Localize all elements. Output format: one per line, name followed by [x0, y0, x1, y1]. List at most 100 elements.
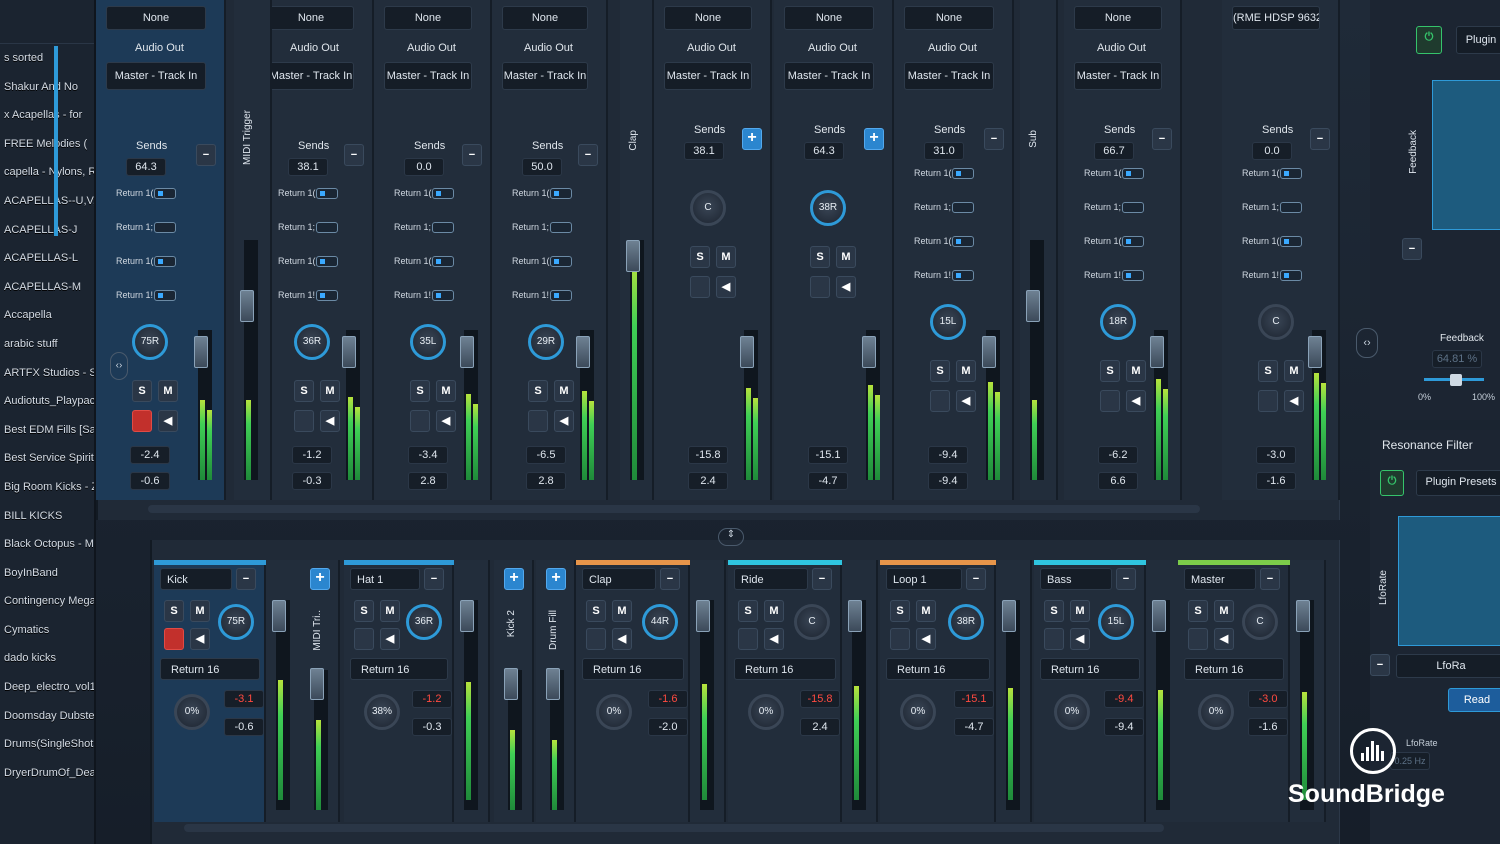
resonance-graph[interactable] — [1398, 516, 1500, 646]
browser-item[interactable]: Cymatics — [0, 616, 94, 645]
volume-fader[interactable] — [272, 600, 286, 632]
volume-fader[interactable] — [626, 240, 640, 272]
send-toggle[interactable] — [1280, 270, 1302, 281]
monitor-speaker-icon[interactable]: ◀ — [1126, 390, 1146, 412]
record-arm-button[interactable] — [1044, 628, 1064, 650]
send-toggle[interactable] — [952, 168, 974, 179]
volume-fader[interactable] — [696, 600, 710, 632]
monitor-speaker-icon[interactable]: ◀ — [1214, 628, 1234, 650]
top-horizontal-scrollbar[interactable] — [148, 505, 1200, 513]
mute-button[interactable]: M — [554, 380, 574, 402]
solo-button[interactable]: S — [690, 246, 710, 268]
pan-knob[interactable]: 38R — [948, 604, 984, 640]
plugin-minus-button[interactable]: − — [1402, 238, 1422, 260]
send-toggle[interactable] — [154, 222, 176, 233]
mute-button[interactable]: M — [158, 380, 178, 402]
record-arm-button[interactable] — [294, 410, 314, 432]
add-send-button[interactable]: + — [864, 128, 884, 150]
browser-item[interactable]: Audiotuts_Playpack_ — [0, 387, 94, 416]
browser-item[interactable]: capella - Nylons, R — [0, 158, 94, 187]
mute-button[interactable]: M — [836, 246, 856, 268]
send-value[interactable]: 38.1 — [288, 158, 328, 176]
channel-minus-button[interactable]: − — [1116, 568, 1136, 590]
mute-button[interactable]: M — [612, 600, 632, 622]
monitor-speaker-icon[interactable]: ◀ — [554, 410, 574, 432]
solo-button[interactable]: S — [810, 246, 830, 268]
send-level-knob[interactable]: 0% — [1198, 694, 1234, 730]
remove-send-button[interactable]: − — [1152, 128, 1172, 150]
mute-button[interactable]: M — [716, 246, 736, 268]
send-toggle[interactable] — [316, 256, 338, 267]
remove-send-button[interactable]: − — [984, 128, 1004, 150]
pan-knob[interactable]: C — [1258, 304, 1294, 340]
lforate-box[interactable]: LfoRa — [1396, 654, 1500, 678]
send-toggle[interactable] — [432, 290, 454, 301]
send-toggle[interactable] — [154, 256, 176, 267]
bottom-horizontal-scrollbar[interactable] — [184, 824, 1164, 832]
send-value[interactable]: 50.0 — [522, 158, 562, 176]
send-toggle[interactable] — [432, 188, 454, 199]
pan-knob[interactable]: 44R — [642, 604, 678, 640]
input-select[interactable]: None — [1074, 6, 1162, 30]
add-track-button[interactable]: + — [546, 568, 566, 590]
channel-name[interactable]: Bass — [1040, 568, 1112, 590]
return-select[interactable]: Return 16 — [160, 658, 260, 680]
volume-fader[interactable] — [342, 336, 356, 368]
plugin-name[interactable]: Plugin — [1456, 26, 1500, 54]
feedback-slider-handle[interactable] — [1450, 374, 1462, 386]
browser-item[interactable]: DryerDrumOf_Death — [0, 759, 94, 788]
pan-knob[interactable]: 35L — [410, 324, 446, 360]
pan-knob[interactable]: 18R — [1100, 304, 1136, 340]
volume-fader[interactable] — [1308, 336, 1322, 368]
send-toggle[interactable] — [1122, 270, 1144, 281]
channel-name[interactable]: Master — [1184, 568, 1256, 590]
browser-collapse-icon[interactable]: ‹› — [110, 352, 128, 380]
plugin-graph[interactable] — [1432, 80, 1500, 230]
solo-button[interactable]: S — [132, 380, 152, 402]
output-select[interactable]: Master - Track In — [384, 62, 472, 90]
output-select[interactable]: Master - Track In — [784, 62, 874, 90]
add-track-button[interactable]: + — [504, 568, 524, 590]
monitor-speaker-icon[interactable]: ◀ — [1070, 628, 1090, 650]
mute-button[interactable]: M — [1214, 600, 1234, 622]
volume-fader[interactable] — [1002, 600, 1016, 632]
solo-button[interactable]: S — [294, 380, 314, 402]
mute-button[interactable]: M — [1284, 360, 1304, 382]
return-select[interactable]: Return 16 — [734, 658, 836, 680]
browser-item[interactable]: arabic stuff — [0, 330, 94, 359]
volume-fader[interactable] — [310, 668, 324, 700]
mute-button[interactable]: M — [956, 360, 976, 382]
return-select[interactable]: Return 16 — [350, 658, 448, 680]
monitor-speaker-icon[interactable]: ◀ — [158, 410, 178, 432]
browser-item[interactable]: Doomsday Dubstep — [0, 702, 94, 731]
send-toggle[interactable] — [1122, 236, 1144, 247]
record-arm-button[interactable] — [410, 410, 430, 432]
solo-button[interactable]: S — [1044, 600, 1064, 622]
panel-resize-icon[interactable]: ⇕ — [718, 528, 744, 546]
remove-send-button[interactable]: − — [578, 144, 598, 166]
send-level-knob[interactable]: 0% — [174, 694, 210, 730]
input-select[interactable]: None — [664, 6, 752, 30]
return-select[interactable]: Return 16 — [582, 658, 684, 680]
send-toggle[interactable] — [550, 222, 572, 233]
browser-item[interactable]: Shakur And No — [0, 73, 94, 102]
feedback-value[interactable]: 64.81 % — [1432, 350, 1482, 368]
send-level-knob[interactable]: 0% — [900, 694, 936, 730]
send-toggle[interactable] — [550, 290, 572, 301]
send-toggle[interactable] — [1280, 202, 1302, 213]
record-arm-button[interactable] — [586, 628, 606, 650]
input-select[interactable]: None — [904, 6, 994, 30]
remove-send-button[interactable]: − — [196, 144, 216, 166]
solo-button[interactable]: S — [586, 600, 606, 622]
solo-button[interactable]: S — [528, 380, 548, 402]
side-collapse-icon[interactable]: ‹› — [1356, 328, 1378, 358]
volume-fader[interactable] — [576, 336, 590, 368]
add-send-button[interactable]: + — [742, 128, 762, 150]
pan-knob[interactable]: 38R — [810, 190, 846, 226]
mute-button[interactable]: M — [1070, 600, 1090, 622]
solo-button[interactable]: S — [890, 600, 910, 622]
record-arm-button[interactable] — [1258, 390, 1278, 412]
browser-item[interactable]: x Acapellas - for — [0, 101, 94, 130]
browser-item[interactable]: Accapella — [0, 301, 94, 330]
send-toggle[interactable] — [952, 202, 974, 213]
